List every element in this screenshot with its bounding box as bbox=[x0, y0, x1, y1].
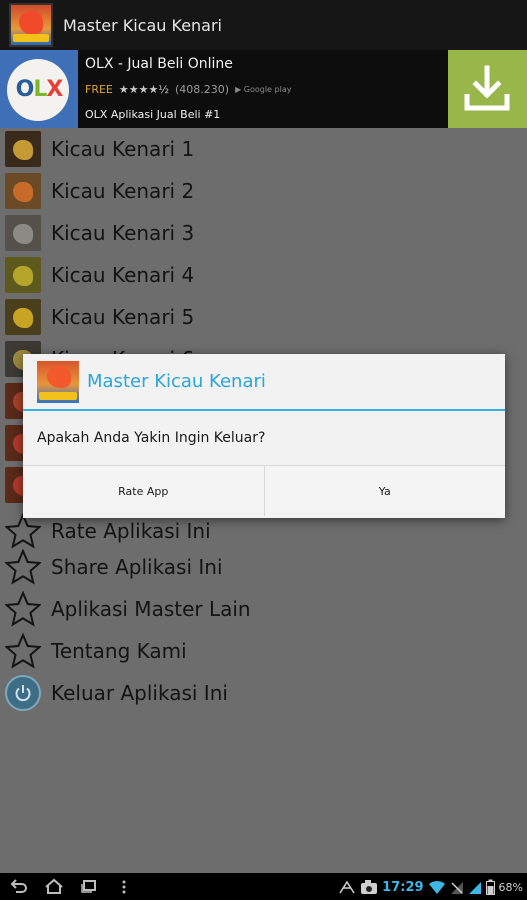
list-item-label: Kicau Kenari 4 bbox=[51, 263, 195, 287]
back-icon[interactable] bbox=[10, 877, 28, 896]
dialog-header: Master Kicau Kenari bbox=[23, 354, 505, 411]
list-item-label: Share Aplikasi Ini bbox=[51, 555, 223, 579]
ad-meta: FREE ★★★★½ (408.230) ▶ Google play bbox=[85, 83, 291, 96]
download-icon bbox=[464, 65, 510, 111]
star-icon bbox=[5, 549, 41, 585]
star-icon bbox=[5, 633, 41, 669]
bird-thumbnail bbox=[5, 173, 41, 209]
list-item[interactable]: Kicau Kenari 4 bbox=[0, 254, 527, 296]
star-icon bbox=[5, 513, 41, 549]
olx-logo[interactable]: OLX bbox=[0, 50, 78, 128]
list-item-share[interactable]: Share Aplikasi Ini bbox=[0, 546, 527, 588]
ad-rating-stars: ★★★★½ bbox=[118, 83, 169, 96]
status-area[interactable]: 17:29 68% bbox=[338, 876, 523, 898]
app-title: Master Kicau Kenari bbox=[63, 15, 222, 35]
list-item-label: Rate Aplikasi Ini bbox=[51, 519, 211, 543]
dialog-title: Master Kicau Kenari bbox=[87, 371, 266, 392]
app-icon bbox=[9, 3, 53, 47]
menu-icon[interactable] bbox=[118, 877, 130, 896]
list-item-label: Kicau Kenari 5 bbox=[51, 305, 195, 329]
recent-apps-icon[interactable] bbox=[80, 877, 98, 896]
list-item-label: Keluar Aplikasi Ini bbox=[51, 681, 228, 705]
clock: 17:29 bbox=[382, 879, 424, 895]
list-item-label: Kicau Kenari 3 bbox=[51, 221, 195, 245]
list-item-label: Tentang Kami bbox=[51, 639, 187, 663]
star-icon bbox=[5, 591, 41, 627]
dialog-message: Apakah Anda Yakin Ingin Keluar? bbox=[23, 411, 505, 466]
home-icon[interactable] bbox=[44, 877, 64, 896]
list-item[interactable]: Kicau Kenari 1 bbox=[0, 128, 527, 170]
app-title-bar: Master Kicau Kenari bbox=[0, 0, 527, 50]
yes-button[interactable]: Ya bbox=[263, 466, 505, 516]
battery-icon bbox=[485, 879, 495, 895]
signal-icon bbox=[468, 882, 481, 894]
list-item-label: Kicau Kenari 2 bbox=[51, 179, 195, 203]
system-nav-bar: 17:29 68% bbox=[0, 873, 527, 900]
list-item-about[interactable]: Tentang Kami bbox=[0, 630, 527, 672]
ad-download-button[interactable] bbox=[448, 50, 527, 128]
usb-debug-icon bbox=[339, 880, 355, 894]
google-play-label: ▶ Google play bbox=[235, 85, 292, 94]
list-item-exit[interactable]: Keluar Aplikasi Ini bbox=[0, 672, 527, 714]
bird-thumbnail bbox=[5, 215, 41, 251]
rate-app-button[interactable]: Rate App bbox=[23, 466, 264, 516]
ad-rating-count: (408.230) bbox=[174, 83, 230, 96]
list-item-other-apps[interactable]: Aplikasi Master Lain bbox=[0, 588, 527, 630]
bird-thumbnail bbox=[5, 131, 41, 167]
bird-thumbnail bbox=[5, 257, 41, 293]
ad-title: OLX - Jual Beli Online bbox=[85, 56, 233, 72]
bird-thumbnail bbox=[5, 299, 41, 335]
ad-subtitle: OLX Aplikasi Jual Beli #1 bbox=[85, 108, 221, 121]
list-item[interactable]: Kicau Kenari 2 bbox=[0, 170, 527, 212]
exit-confirmation-dialog: Master Kicau Kenari Apakah Anda Yakin In… bbox=[23, 354, 505, 518]
list-item-label: Kicau Kenari 1 bbox=[51, 137, 195, 161]
app-icon bbox=[37, 360, 79, 403]
power-icon bbox=[5, 675, 41, 711]
list-item[interactable]: Kicau Kenari 5 bbox=[0, 296, 527, 338]
battery-percent: 68% bbox=[498, 880, 523, 894]
camera-icon bbox=[361, 880, 378, 894]
ad-banner[interactable]: OLX OLX - Jual Beli Online FREE ★★★★½ (4… bbox=[0, 50, 527, 128]
ad-free-label: FREE bbox=[85, 83, 113, 96]
dialog-buttons: Rate App Ya bbox=[23, 466, 505, 516]
list-item-label: Aplikasi Master Lain bbox=[51, 597, 251, 621]
no-signal-icon bbox=[450, 882, 463, 894]
list-item[interactable]: Kicau Kenari 3 bbox=[0, 212, 527, 254]
wifi-icon bbox=[428, 880, 445, 894]
